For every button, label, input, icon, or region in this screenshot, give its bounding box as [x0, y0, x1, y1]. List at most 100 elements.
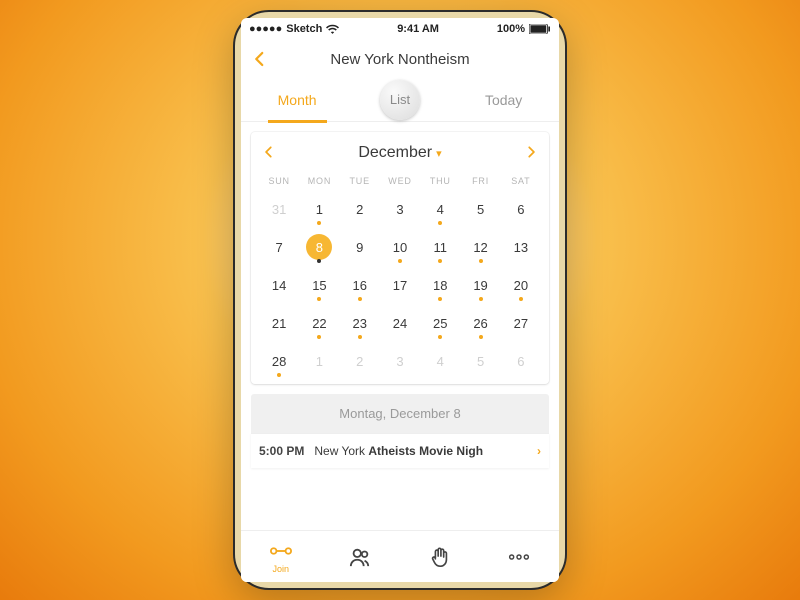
day-number: 12 — [473, 240, 487, 255]
day-number: 25 — [433, 316, 447, 331]
calendar-day[interactable]: 20 — [501, 266, 541, 304]
nav-join[interactable]: Join — [270, 540, 292, 574]
calendar-day[interactable]: 2 — [340, 190, 380, 228]
day-number: 8 — [306, 234, 332, 260]
nav-more[interactable] — [508, 546, 530, 568]
day-number: 18 — [433, 278, 447, 293]
calendar-day[interactable]: 4 — [420, 190, 460, 228]
event-dot-icon — [317, 259, 321, 263]
event-dot-icon — [398, 259, 402, 263]
calendar-day[interactable]: 8 — [299, 228, 339, 266]
wifi-icon — [326, 24, 339, 34]
screen: ●●●●● Sketch 9:41 AM 100% New York Nonth… — [241, 18, 559, 582]
calendar-day[interactable]: 11 — [420, 228, 460, 266]
statusbar-left: ●●●●● Sketch — [249, 23, 339, 35]
nav-hand[interactable] — [429, 546, 451, 568]
day-number: 14 — [272, 278, 286, 293]
weekday-label: SUN — [259, 172, 299, 190]
day-number: 21 — [272, 316, 286, 331]
weekday-label: SAT — [501, 172, 541, 190]
calendar-day[interactable]: 19 — [460, 266, 500, 304]
event-dot-icon — [317, 335, 321, 339]
event-dot-icon — [438, 335, 442, 339]
next-month-button[interactable] — [521, 143, 541, 164]
calendar-day[interactable]: 21 — [259, 304, 299, 342]
calendar-card: December ▾ SUNMONTUEWEDTHUFRISAT 3112345… — [251, 132, 549, 384]
event-dot-icon — [317, 297, 321, 301]
more-icon — [508, 546, 530, 568]
calendar-day[interactable]: 9 — [340, 228, 380, 266]
calendar-day[interactable]: 15 — [299, 266, 339, 304]
chevron-right-icon: › — [537, 444, 541, 458]
day-number: 31 — [272, 202, 286, 217]
calendar-day: 6 — [501, 342, 541, 380]
day-number: 28 — [272, 354, 286, 369]
tab-today[interactable]: Today — [475, 78, 532, 122]
weekday-label: MON — [299, 172, 339, 190]
calendar-day[interactable]: 3 — [380, 190, 420, 228]
back-button[interactable] — [251, 50, 269, 68]
calendar-day[interactable]: 25 — [420, 304, 460, 342]
calendar-day: 1 — [299, 342, 339, 380]
prev-month-button[interactable] — [259, 143, 279, 164]
tab-list[interactable]: List — [380, 80, 420, 120]
calendar-day[interactable]: 28 — [259, 342, 299, 380]
event-row[interactable]: 5:00 PM New York Atheists Movie Nigh › — [251, 433, 549, 468]
calendar-day[interactable]: 10 — [380, 228, 420, 266]
event-dot-icon — [519, 297, 523, 301]
app-background: ●●●●● Sketch 9:41 AM 100% New York Nonth… — [0, 0, 800, 600]
day-number: 15 — [312, 278, 326, 293]
battery-icon — [529, 24, 551, 34]
calendar-day[interactable]: 1 — [299, 190, 339, 228]
day-number: 3 — [396, 354, 403, 369]
day-number: 5 — [477, 354, 484, 369]
selected-day-bar: Montag, December 8 — [251, 394, 549, 433]
hand-icon — [429, 546, 451, 568]
calendar-day[interactable]: 14 — [259, 266, 299, 304]
event-dot-icon — [438, 221, 442, 225]
day-number: 17 — [393, 278, 407, 293]
day-number: 19 — [473, 278, 487, 293]
calendar-day: 4 — [420, 342, 460, 380]
calendar-day[interactable]: 24 — [380, 304, 420, 342]
carrier-label: Sketch — [286, 23, 322, 35]
day-number: 7 — [276, 240, 283, 255]
calendar-day[interactable]: 12 — [460, 228, 500, 266]
calendar-day: 2 — [340, 342, 380, 380]
join-icon — [270, 540, 292, 562]
bottom-nav: Join — [241, 530, 559, 582]
calendar-day: 5 — [460, 342, 500, 380]
battery-percent-label: 100% — [497, 23, 525, 35]
calendar-day[interactable]: 17 — [380, 266, 420, 304]
calendar-day: 31 — [259, 190, 299, 228]
event-dot-icon — [358, 297, 362, 301]
nav-people[interactable] — [349, 546, 371, 568]
day-number: 1 — [316, 202, 323, 217]
calendar-day[interactable]: 26 — [460, 304, 500, 342]
calendar-day[interactable]: 22 — [299, 304, 339, 342]
statusbar-right: 100% — [497, 23, 551, 35]
weekday-header: SUNMONTUEWEDTHUFRISAT — [259, 172, 541, 190]
people-icon — [349, 546, 371, 568]
calendar-day[interactable]: 16 — [340, 266, 380, 304]
day-number: 23 — [352, 316, 366, 331]
calendar-day[interactable]: 6 — [501, 190, 541, 228]
day-number: 3 — [396, 202, 403, 217]
weekday-label: WED — [380, 172, 420, 190]
day-number: 27 — [514, 316, 528, 331]
event-dot-icon — [438, 259, 442, 263]
tab-month[interactable]: Month — [268, 78, 327, 122]
calendar-day[interactable]: 5 — [460, 190, 500, 228]
event-dot-icon — [317, 221, 321, 225]
calendar-day[interactable]: 23 — [340, 304, 380, 342]
calendar-day[interactable]: 13 — [501, 228, 541, 266]
day-number: 2 — [356, 354, 363, 369]
day-number: 22 — [312, 316, 326, 331]
signal-dots-icon: ●●●●● — [249, 23, 282, 35]
day-number: 24 — [393, 316, 407, 331]
calendar-day[interactable]: 18 — [420, 266, 460, 304]
month-picker[interactable]: December ▾ — [358, 144, 441, 162]
calendar-day[interactable]: 27 — [501, 304, 541, 342]
day-number: 6 — [517, 354, 524, 369]
calendar-day[interactable]: 7 — [259, 228, 299, 266]
